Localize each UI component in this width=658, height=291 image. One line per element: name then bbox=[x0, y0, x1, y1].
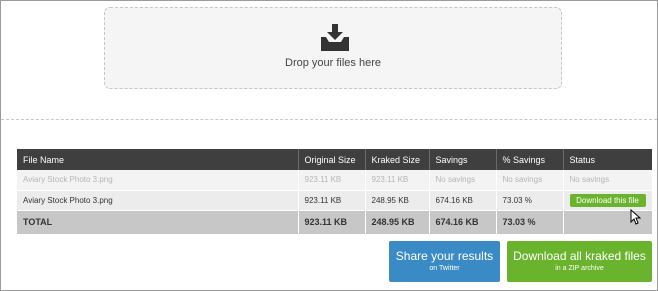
download-tray-icon bbox=[321, 24, 349, 51]
total-savings: 674.16 KB bbox=[429, 210, 497, 235]
cell-kraked-size: 248.95 KB bbox=[365, 190, 430, 211]
file-dropzone[interactable]: Drop your files here bbox=[104, 7, 562, 89]
dropzone-label: Drop your files here bbox=[285, 57, 381, 69]
cell-file-name: Aviary Stock Photo 3.png bbox=[17, 170, 299, 191]
download-all-sublabel: in a ZIP archive bbox=[555, 265, 604, 272]
total-label: TOTAL bbox=[17, 210, 299, 235]
table-row: Aviary Stock Photo 3.png 923.11 KB 248.9… bbox=[17, 190, 653, 211]
share-results-button[interactable]: Share your results on Twitter bbox=[389, 241, 500, 282]
cell-original-size: 923.11 KB bbox=[298, 190, 366, 211]
total-percent-savings: 73.03 % bbox=[496, 210, 564, 235]
results-table: File Name Original Size Kraked Size Savi… bbox=[17, 149, 653, 235]
col-file-name: File Name bbox=[17, 149, 299, 170]
table-row: Aviary Stock Photo 3.png 923.11 KB 923.1… bbox=[17, 170, 653, 191]
total-row: TOTAL 923.11 KB 248.95 KB 674.16 KB 73.0… bbox=[17, 210, 653, 235]
download-all-button[interactable]: Download all kraked files in a ZIP archi… bbox=[507, 241, 652, 282]
cell-percent-savings: No savings bbox=[496, 170, 564, 191]
share-results-label: Share your results bbox=[395, 249, 494, 263]
cell-kraked-size: 923.11 KB bbox=[365, 170, 430, 191]
total-original-size: 923.11 KB bbox=[298, 210, 366, 235]
mouse-pointer-icon bbox=[630, 209, 641, 225]
col-savings: Savings bbox=[429, 149, 497, 170]
download-all-label: Download all kraked files bbox=[513, 249, 646, 263]
table-header-row: File Name Original Size Kraked Size Savi… bbox=[17, 149, 652, 170]
cell-file-name: Aviary Stock Photo 3.png bbox=[17, 190, 299, 211]
cell-original-size: 923.11 KB bbox=[298, 170, 366, 191]
share-results-sublabel: on Twitter bbox=[429, 265, 460, 272]
total-kraked-size: 248.95 KB bbox=[365, 210, 430, 235]
cell-status: Download this file bbox=[563, 190, 653, 211]
cell-savings: 674.16 KB bbox=[429, 190, 497, 211]
cell-savings: No savings bbox=[429, 170, 497, 191]
cell-percent-savings: 73.03 % bbox=[496, 190, 564, 211]
col-status: Status bbox=[563, 149, 652, 170]
col-original-size: Original Size bbox=[298, 149, 366, 170]
cell-status: No savings bbox=[563, 170, 653, 191]
download-file-button[interactable]: Download this file bbox=[569, 193, 646, 207]
col-kraked-size: Kraked Size bbox=[365, 149, 430, 170]
section-divider bbox=[1, 119, 657, 120]
col-percent-savings: % Savings bbox=[496, 149, 564, 170]
